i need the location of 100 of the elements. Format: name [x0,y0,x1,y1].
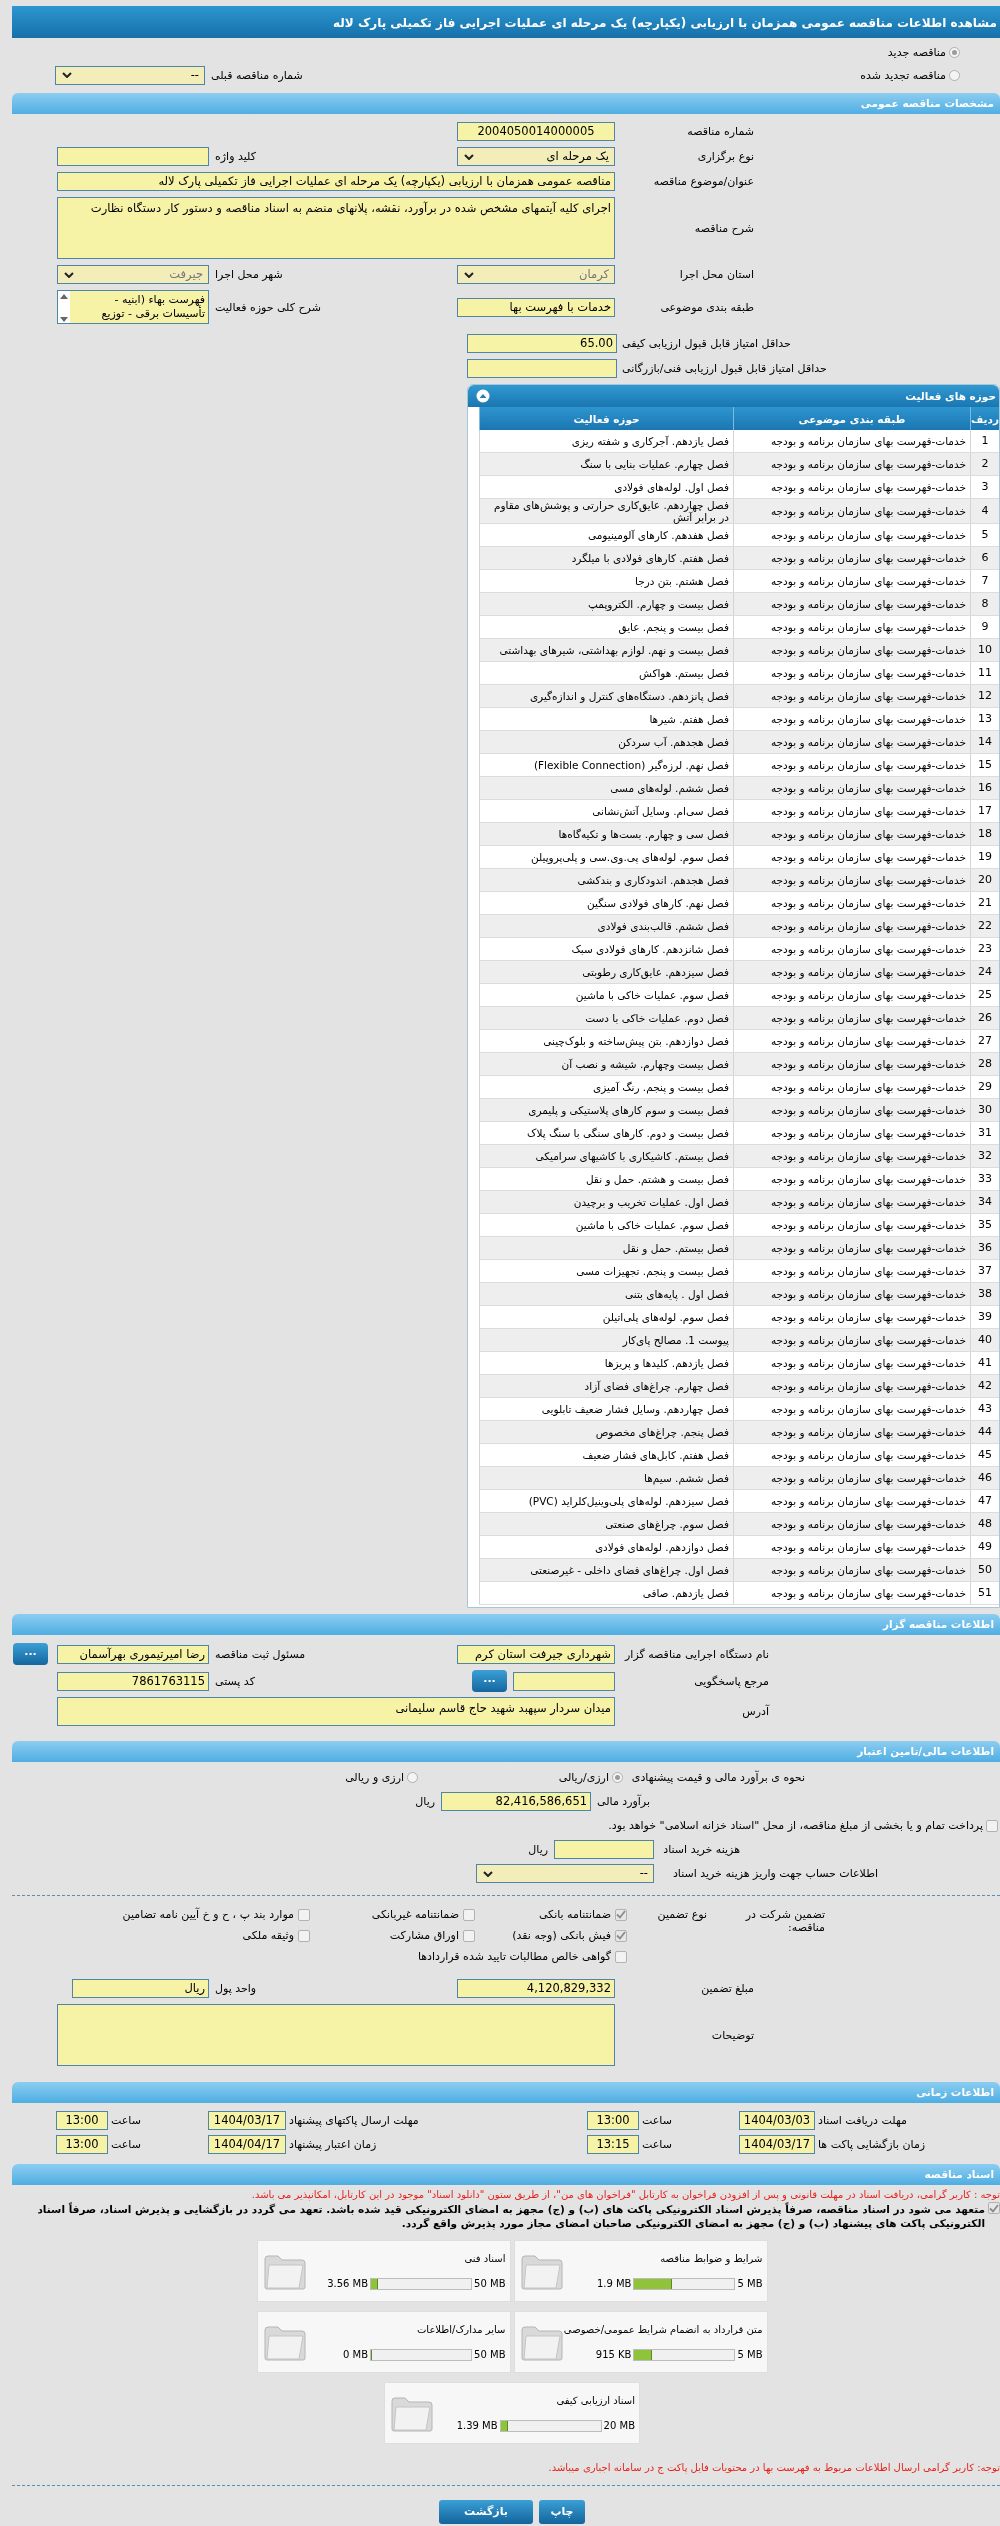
table-cell: 19 [970,845,999,869]
table-cell: خدمات-فهرست بهای سازمان برنامه و بودجه [733,1558,971,1582]
input-field[interactable]: 2004050014000005 [457,122,615,141]
text-area[interactable] [57,2004,615,2066]
checkbox[interactable] [988,2202,1000,2214]
table-cell: 16 [970,776,999,800]
table-cell: 40 [970,1328,999,1352]
commitment-text: متعهد می شود در اسناد مناقصه، صرفاً پذیرش اسناد الکترونیکی پاکت های (ب) و (ج) مجهز به امضای الکترونیکی قید شده باشد. تعهد می گردد در بازگشایی و پذیرش اسناد، صرفاً اسناد الکترونیکی پاکت های پیشنهاد (ب) و (ج) مجهز به امضای الکترونیکی صاحبان امضای مجاز مورد پذیرش واقع گردد. [12,2202,985,2230]
input-field[interactable]: 1404/03/17 [739,2135,815,2154]
input-field[interactable]: خدمات با فهرست بها [457,297,615,317]
input-field[interactable] [513,1671,615,1691]
table-cell: خدمات-فهرست بهای سازمان برنامه و بودجه [733,430,971,453]
text-area[interactable]: میدان سردار سپهبد شهید حاج قاسم سلیمانی [57,1697,615,1726]
input-field[interactable] [467,359,617,378]
input-field[interactable]: 13:00 [587,2111,639,2130]
table-cell: خدمات-فهرست بهای سازمان برنامه و بودجه [733,960,971,984]
table-cell: خدمات-فهرست بهای سازمان برنامه و بودجه [733,661,971,685]
input-field[interactable]: 7861763115 [57,1671,209,1691]
input-field[interactable]: 13:00 [56,2111,108,2130]
input-field[interactable]: شهرداری جیرفت استان کرم [457,1644,615,1664]
radio-button[interactable] [612,1772,623,1783]
input-field[interactable]: 82,416,586,651 [441,1792,591,1811]
input-field[interactable]: 4,120,829,332 [457,1979,615,1998]
section-header: اطلاعات مالی/تامین اعتبار [12,1741,1000,1762]
table-cell: 51 [970,1581,999,1605]
table-cell: 46 [970,1466,999,1490]
table-cell: 1 [970,430,999,453]
table-cell: فصل سی و چهارم. بست‌ها و تکیه‌گاه‌ها [479,822,734,846]
table-cell: فصل هجدهم. اندودکاری و بندکشی [479,868,734,892]
radio-button[interactable] [407,1772,418,1783]
size-label: 50 MB [474,2278,506,2289]
table-cell: خدمات-فهرست بهای سازمان برنامه و بودجه [733,684,971,708]
input-field[interactable]: 65.00 [467,334,617,353]
checkbox[interactable] [986,1819,998,1832]
caret-icon [464,153,474,160]
table-cell: خدمات-فهرست بهای سازمان برنامه و بودجه [733,822,971,846]
checkbox[interactable] [463,1929,475,1942]
checkbox[interactable] [615,1908,627,1921]
print-button[interactable]: چاپ [539,2500,585,2524]
table-cell: خدمات-فهرست بهای سازمان برنامه و بودجه [733,707,971,731]
input-field[interactable]: 13:00 [56,2135,108,2154]
table-cell: خدمات-فهرست بهای سازمان برنامه و بودجه [733,753,971,777]
input-field[interactable]: 1404/04/17 [208,2135,286,2154]
back-button[interactable]: بازگشت [439,2500,533,2524]
input-field[interactable]: رضا امیرتیموری بهرآسمان [57,1644,209,1664]
browse-button[interactable]: ... [13,1643,48,1665]
table-cell: فصل بیست و هشتم. حمل و نقل [479,1167,734,1191]
dropdown-field[interactable]: -- [55,65,205,85]
checkbox[interactable] [615,1950,627,1963]
collapse-icon[interactable] [476,389,490,403]
unit-label: ریال [528,1843,548,1856]
page-title: مشاهده اطلاعات مناقصه عمومی همزمان با ارزیابی (یکپارچه) یک مرحله ای عملیات اجرایی فاز تکمیلی پارک لاله [12,6,1000,38]
input-field[interactable]: 1404/03/17 [208,2111,286,2130]
checkbox-label: فیش بانکی (وجه نقد) [512,1929,611,1942]
unit-label: ریال [415,1795,435,1808]
file-title: اسناد ارزیابی کیفی [555,2394,635,2406]
size-label: 3.56 MB [327,2278,369,2289]
table-cell: فصل یازدهم. آجرکاری و شفته ریزی [479,430,734,453]
table-cell: خدمات-فهرست بهای سازمان برنامه و بودجه [733,1167,971,1191]
field-label: حداقل امتیاز قابل قبول ارزیابی کیفی [621,337,792,350]
input-field[interactable]: ریال [72,1979,209,1998]
size-label: 5 MB [737,2349,763,2360]
input-field[interactable] [554,1840,654,1859]
table-cell: 38 [970,1282,999,1306]
table-cell: 4 [970,498,999,524]
table-cell: فصل اول. لوله‌های فولادی [479,475,734,499]
input-field[interactable]: مناقصه عمومی همزمان با ارزیابی (یکپارچه) یک مرحله ای عملیات اجرایی فاز تکمیلی پارک لاله [57,172,615,191]
checkbox[interactable] [298,1929,310,1942]
table-cell: فصل هفدهم. کارهای آلومینیومی [479,523,734,547]
field-label: نام دستگاه اجرایی مناقصه گزار [625,1647,769,1661]
list-box[interactable]: فهرست بهاء (ابنیه - تأسیسات برقی - توزیع [57,290,209,324]
table-cell: خدمات-فهرست بهای سازمان برنامه و بودجه [733,1121,971,1145]
column-header[interactable]: طبقه بندی موضوعی [733,407,971,430]
input-field[interactable] [57,147,209,166]
table-cell: 27 [970,1029,999,1053]
checkbox[interactable] [463,1908,475,1921]
radio-button[interactable] [949,46,960,58]
table-cell: خدمات-فهرست بهای سازمان برنامه و بودجه [733,1374,971,1398]
checkbox[interactable] [298,1908,310,1921]
input-field[interactable]: 13:15 [587,2135,639,2154]
checkbox[interactable] [615,1929,627,1942]
text-area[interactable]: اجرای کلیه آیتمهای مشخص شده در برآورد، نقشه، پلانهای منضم به اسناد مناقصه و دستور کار دستگاه نظارت [57,197,615,259]
field-label: کلید واژه [215,150,256,163]
dropdown-field[interactable]: -- [476,1864,654,1883]
table-cell: خدمات-فهرست بهای سازمان برنامه و بودجه [733,1098,971,1122]
table-cell: خدمات-فهرست بهای سازمان برنامه و بودجه [733,868,971,892]
input-field[interactable]: 1404/03/03 [739,2111,815,2130]
table-cell: فصل دوم. عملیات خاکی با دست [479,1006,734,1030]
table-cell: فصل بیستم. کاشیکاری با کاشیهای سرامیکی [479,1144,734,1168]
field-label: استان محل اجرا [679,268,754,281]
table-cell: فصل بیستم. هواکش [479,661,734,685]
table-cell: خدمات-فهرست بهای سازمان برنامه و بودجه [733,1052,971,1076]
dropdown-field[interactable]: یک مرحله ای [457,147,615,166]
column-header[interactable]: ردیف [970,407,999,430]
column-header[interactable]: حوزه فعالیت [479,407,734,430]
table-cell: 43 [970,1397,999,1421]
browse-button[interactable]: ... [472,1670,507,1692]
table-cell: خدمات-فهرست بهای سازمان برنامه و بودجه [733,1443,971,1467]
table-cell: فصل ششم. سیم‌ها [479,1466,734,1490]
radio-button[interactable] [949,69,960,81]
